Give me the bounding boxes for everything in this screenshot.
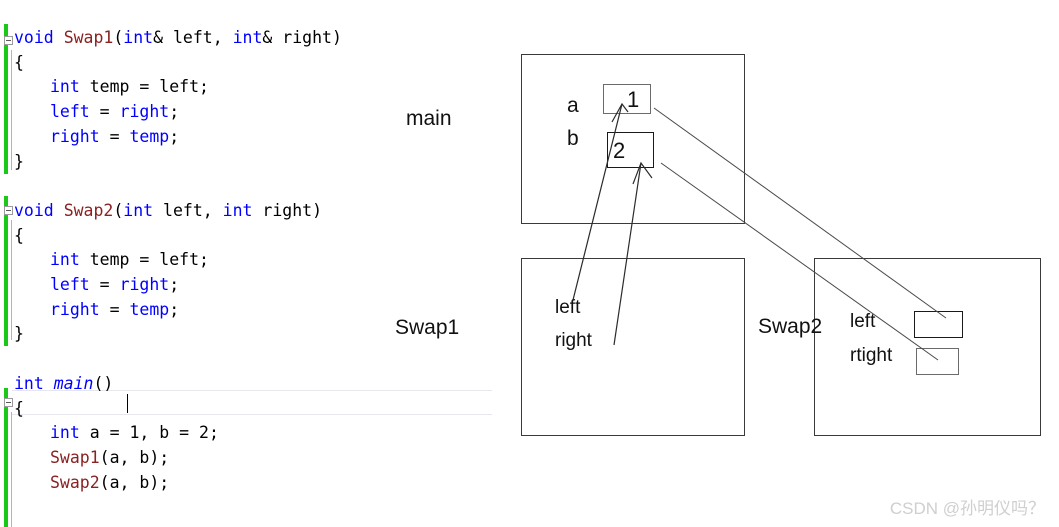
frame-label-swap2: Swap2	[758, 315, 823, 338]
scope-guide-swap2	[11, 220, 12, 340]
code-token: a = 1, b = 2;	[79, 423, 219, 443]
change-bar-block-2	[4, 196, 8, 346]
code-token: {	[14, 398, 24, 418]
code-token: int	[123, 28, 154, 47]
code-token: left	[50, 275, 90, 294]
code-token: int	[123, 200, 154, 220]
code-line[interactable]: {	[14, 53, 24, 73]
code-token: Swap2	[50, 472, 100, 492]
var-label-swap1-right: right	[555, 330, 592, 351]
var-label-swap2-rtight: rtight	[850, 345, 893, 366]
code-line[interactable]: {	[14, 226, 24, 246]
code-token: int	[50, 423, 80, 443]
code-line[interactable]: {	[14, 399, 24, 419]
code-line[interactable]: int temp = left;	[50, 77, 209, 97]
change-bar-block-3	[4, 388, 8, 527]
code-token: Swap2	[63, 200, 114, 220]
code-token: int	[14, 373, 44, 393]
code-token: (a, b);	[99, 447, 170, 467]
code-line[interactable]: right = temp;	[50, 300, 179, 320]
call-stack-diagram: main a 1 b 2 Swap1 left right Swap2 left…	[395, 0, 1059, 527]
code-token: void	[14, 200, 54, 220]
collapse-toggle-swap2[interactable]	[4, 206, 13, 215]
code-token: int	[50, 77, 80, 97]
code-token: {	[14, 52, 24, 72]
value-text-b: 2	[613, 138, 626, 163]
code-token: right	[119, 275, 170, 294]
code-token: }	[14, 151, 24, 171]
var-label-a: a	[567, 94, 579, 117]
code-token: void	[14, 28, 54, 47]
code-line[interactable]: Swap2(a, b);	[50, 473, 169, 493]
code-token: temp = left;	[79, 250, 209, 270]
code-line[interactable]: int main()	[14, 374, 113, 394]
code-token: ;	[169, 102, 180, 122]
code-token: {	[14, 225, 24, 245]
code-token: int	[50, 250, 80, 270]
code-token: ;	[169, 275, 180, 294]
code-line[interactable]: void Swap1(int& left, int& right)	[14, 28, 342, 48]
code-token: main	[53, 373, 94, 393]
code-token: right	[50, 126, 100, 146]
code-token: ()	[93, 373, 114, 393]
code-token: temp	[129, 299, 170, 319]
code-token: int	[232, 28, 263, 47]
code-token: (	[113, 200, 124, 220]
value-box-swap2-left	[914, 311, 963, 338]
code-line[interactable]: }	[14, 324, 24, 344]
value-box-swap2-rtight	[916, 348, 959, 375]
code-line[interactable]: void Swap2(int left, int right)	[14, 201, 322, 221]
change-bar-block-1	[4, 24, 8, 174]
code-token: ;	[169, 126, 180, 146]
code-line[interactable]: left = right;	[50, 102, 179, 122]
code-token: =	[89, 275, 120, 294]
collapse-toggle-swap1[interactable]	[4, 36, 13, 45]
code-line[interactable]: Swap1(a, b);	[50, 448, 169, 468]
code-token: left,	[153, 200, 223, 220]
code-line[interactable]: right = temp;	[50, 127, 179, 147]
scope-guide-main	[11, 412, 12, 527]
var-label-swap1-left: left	[555, 297, 581, 318]
frame-label-main: main	[406, 107, 452, 130]
code-token: (a, b);	[99, 472, 170, 492]
code-token: (	[113, 28, 124, 47]
csdn-watermark: CSDN @孙明仪吗？	[889, 499, 1045, 518]
code-token: =	[89, 102, 120, 122]
code-token: right	[50, 299, 100, 319]
code-token: & right)	[262, 28, 342, 47]
frame-label-swap1: Swap1	[395, 316, 460, 339]
code-token: }	[14, 324, 24, 344]
code-token: & left,	[153, 28, 233, 47]
code-token: temp	[129, 126, 170, 146]
code-token: int	[222, 200, 253, 220]
code-token: right	[119, 102, 170, 122]
code-token: left	[50, 102, 90, 122]
var-label-b: b	[567, 127, 579, 150]
frame-box-swap2	[814, 258, 1041, 436]
code-token: right)	[252, 200, 323, 220]
code-token: =	[99, 299, 130, 319]
var-label-swap2-left: left	[850, 311, 876, 332]
code-line[interactable]: int temp = left;	[50, 250, 209, 270]
code-token: ;	[169, 299, 180, 319]
scope-guide-swap1	[11, 50, 12, 170]
value-text-a: 1	[627, 87, 640, 112]
text-caret	[127, 394, 128, 413]
code-token: =	[99, 126, 130, 146]
code-token: temp = left;	[79, 77, 209, 97]
code-token: Swap1	[50, 447, 100, 467]
code-line[interactable]: left = right;	[50, 275, 179, 295]
code-line[interactable]: }	[14, 152, 24, 172]
code-editor[interactable]: void Swap1(int& left, int& right){int te…	[0, 0, 505, 527]
code-token: Swap1	[63, 28, 114, 47]
code-line[interactable]: int a = 1, b = 2;	[50, 423, 219, 443]
